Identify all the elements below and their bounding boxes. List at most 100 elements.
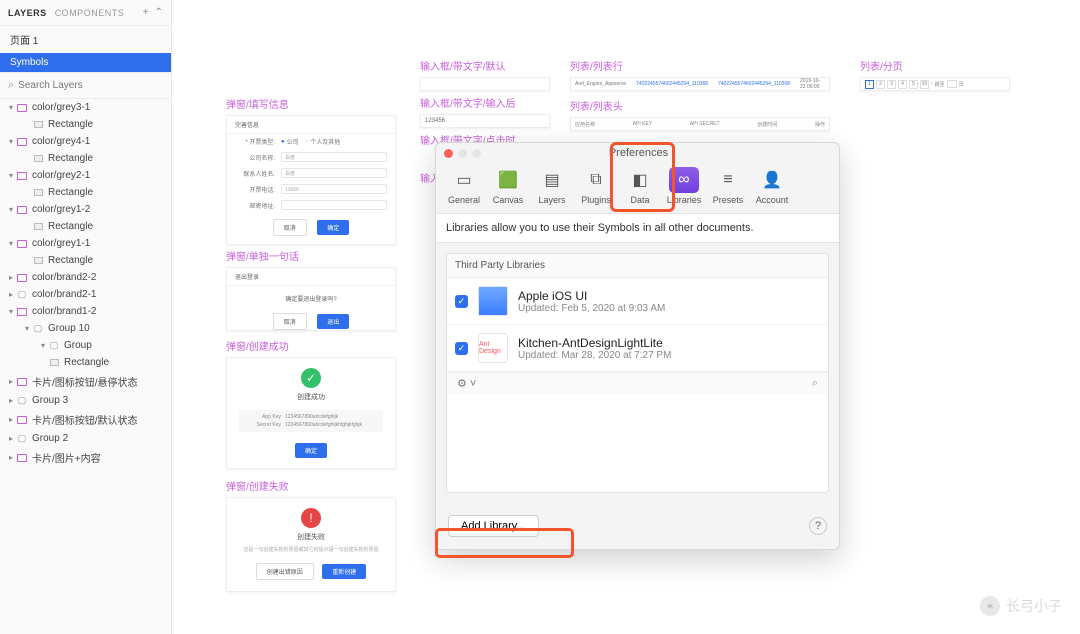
layer-row[interactable]: Rectangle	[0, 116, 171, 133]
pref-tab-canvas[interactable]: 🟩Canvas	[486, 167, 530, 205]
pref-tab-libraries[interactable]: ∞Libraries	[662, 167, 706, 205]
disclosure-arrow-icon[interactable]: ▾	[6, 103, 16, 112]
field-label: 联系人姓名:	[235, 169, 275, 178]
pref-tab-plugins[interactable]: ⧉Plugins	[574, 167, 618, 205]
retry-button[interactable]: 重新创建	[322, 564, 366, 579]
layer-row[interactable]: Rectangle	[0, 218, 171, 235]
disclosure-arrow-icon[interactable]: ▸	[6, 396, 16, 405]
pref-tab-presets[interactable]: ≡Presets	[706, 167, 750, 205]
layer-row[interactable]: Rectangle	[0, 252, 171, 269]
library-item[interactable]: ✓Apple iOS UIUpdated: Feb 5, 2020 at 9:0…	[447, 278, 828, 325]
layer-row[interactable]: ▸▢color/brand2-1	[0, 286, 171, 303]
disclosure-arrow-icon[interactable]: ▸	[6, 290, 16, 299]
disclosure-arrow-icon[interactable]: ▾	[38, 341, 48, 350]
layer-row[interactable]: Rectangle	[0, 354, 171, 371]
data-icon: ◧	[625, 167, 655, 193]
page-number[interactable]: 1	[865, 80, 874, 89]
add-library-button[interactable]: Add Library...	[448, 515, 539, 537]
help-button[interactable]: ?	[809, 517, 827, 535]
watermark-text: 长弓小子	[1006, 596, 1062, 616]
artboard-title: 弹窗/创建成功	[226, 338, 396, 353]
layer-label: color/grey4-1	[32, 136, 90, 147]
gear-icon[interactable]: ⚙︎ ˅	[457, 377, 476, 390]
disclosure-arrow-icon[interactable]: ▸	[6, 273, 16, 282]
tab-layers[interactable]: LAYERS	[8, 8, 47, 18]
artboard-title: 输入框/带文字/输入后	[420, 95, 550, 110]
layer-row[interactable]: ▸ color/brand2-2	[0, 269, 171, 286]
disclosure-arrow-icon[interactable]: ▾	[6, 239, 16, 248]
collapse-icon[interactable]: ⌃	[155, 7, 163, 18]
confirm-button[interactable]: 退出	[317, 314, 349, 329]
page-next[interactable]: ›	[931, 81, 933, 87]
reason-button[interactable]: 创建出错原因	[256, 563, 314, 580]
radio-opt[interactable]: 个人及其他	[310, 137, 340, 146]
disclosure-arrow-icon[interactable]: ▾	[22, 324, 32, 333]
layer-label: color/brand2-2	[32, 272, 96, 283]
layer-row[interactable]: Rectangle	[0, 184, 171, 201]
layer-row[interactable]: ▾color/brand1-2	[0, 303, 171, 320]
page-name[interactable]: 页面 1	[0, 26, 171, 53]
text-input[interactable]: 百度	[281, 152, 387, 162]
modal-header: 完善信息	[227, 116, 395, 134]
disclosure-arrow-icon[interactable]: ▾	[6, 205, 16, 214]
rectangle-icon	[32, 120, 44, 130]
disclosure-arrow-icon[interactable]: ▸	[6, 377, 16, 386]
disclosure-arrow-icon[interactable]: ▾	[6, 137, 16, 146]
layers-panel: LAYERS COMPONENTS + ⌃ 页面 1 Symbols ⌕ ▾co…	[0, 0, 172, 634]
tab-components[interactable]: COMPONENTS	[55, 8, 125, 18]
disclosure-arrow-icon[interactable]: ▾	[6, 171, 16, 180]
artboard-icon	[16, 205, 28, 215]
layer-row[interactable]: ▸▢Group 2	[0, 430, 171, 447]
symbols-row[interactable]: Symbols	[0, 53, 171, 72]
pref-tab-general[interactable]: ▭General	[442, 167, 486, 205]
pref-tab-layers[interactable]: ▤Layers	[530, 167, 574, 205]
library-checkbox[interactable]: ✓	[455, 295, 468, 308]
field-label: 公司名称:	[235, 153, 275, 162]
disclosure-arrow-icon[interactable]: ▸	[6, 415, 16, 424]
layer-row[interactable]: ▾▢Group	[0, 337, 171, 354]
confirm-button[interactable]: 确定	[317, 220, 349, 235]
layer-row[interactable]: ▸卡片/图片+内容	[0, 447, 171, 468]
layer-row[interactable]: ▸卡片/图标按钮/悬停状态	[0, 371, 171, 392]
folder-icon: ▢	[32, 324, 44, 334]
ok-button[interactable]: 确定	[295, 443, 327, 458]
layer-row[interactable]: Rectangle	[0, 150, 171, 167]
pref-tab-account[interactable]: 👤Account	[750, 167, 794, 205]
search-icon[interactable]: ⌕	[812, 377, 818, 390]
add-page-icon[interactable]: +	[143, 7, 149, 18]
layer-label: Rectangle	[48, 221, 93, 232]
text-input[interactable]: 百度	[281, 168, 387, 178]
pref-tab-label: Libraries	[662, 195, 706, 205]
layer-row[interactable]: ▾color/grey2-1	[0, 167, 171, 184]
watermark: ✶ 长弓小子	[980, 596, 1062, 616]
disclosure-arrow-icon[interactable]: ▸	[6, 453, 16, 462]
cancel-button[interactable]: 取消	[273, 219, 307, 236]
layer-row[interactable]: ▾▢Group 10	[0, 320, 171, 337]
cancel-button[interactable]: 取消	[273, 313, 307, 330]
layer-row[interactable]: ▸▢Group 3	[0, 392, 171, 409]
library-checkbox[interactable]: ✓	[455, 342, 468, 355]
page-number[interactable]: 93	[920, 80, 929, 89]
artboard-title: 列表/列表头	[570, 98, 830, 113]
page-number[interactable]: 2	[876, 80, 885, 89]
page-number[interactable]: 4	[898, 80, 907, 89]
disclosure-arrow-icon[interactable]: ▸	[6, 434, 16, 443]
col-header: 创建时间	[757, 121, 777, 128]
pref-tab-label: General	[442, 195, 486, 205]
layer-row[interactable]: ▾color/grey1-1	[0, 235, 171, 252]
page-number[interactable]: 3	[887, 80, 896, 89]
page-number[interactable]: 5	[909, 80, 918, 89]
text-input[interactable]: 13666	[281, 184, 387, 194]
artboard-icon	[16, 377, 28, 387]
search-input[interactable]	[18, 80, 163, 91]
layer-row[interactable]: ▾color/grey1-2	[0, 201, 171, 218]
layer-row[interactable]: ▾color/grey3-1	[0, 99, 171, 116]
layer-row[interactable]: ▾ color/grey4-1	[0, 133, 171, 150]
rectangle-icon	[32, 188, 44, 198]
pref-tab-data[interactable]: ◧Data	[618, 167, 662, 205]
library-item[interactable]: ✓Ant DesignKitchen-AntDesignLightLiteUpd…	[447, 325, 828, 372]
disclosure-arrow-icon[interactable]: ▾	[6, 307, 16, 316]
layer-row[interactable]: ▸卡片/图标按钮/默认状态	[0, 409, 171, 430]
radio-opt[interactable]: 公司	[287, 137, 299, 146]
text-input[interactable]	[281, 200, 387, 210]
